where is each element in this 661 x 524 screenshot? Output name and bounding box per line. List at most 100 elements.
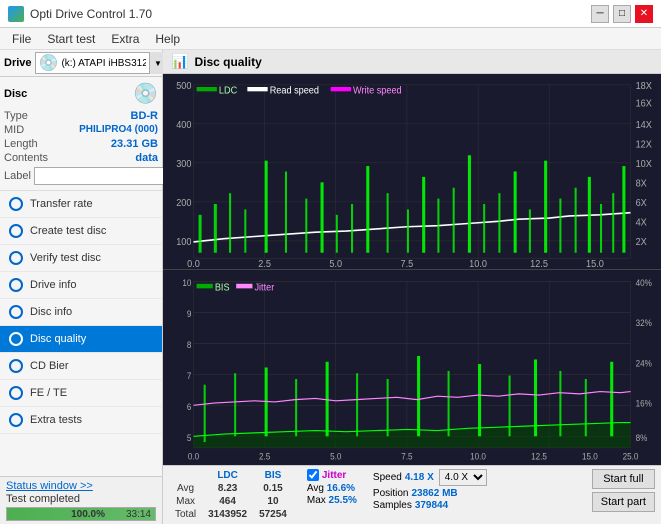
- disc-mid-value: PHILIPRO4 (000): [79, 124, 158, 136]
- svg-text:5.0: 5.0: [329, 259, 342, 269]
- svg-text:12.5: 12.5: [530, 259, 548, 269]
- chart-icon: 📊: [171, 53, 188, 70]
- jitter-section: Jitter Avg 16.6% Max 25.5%: [307, 469, 357, 506]
- sidebar-item-disc-info[interactable]: Disc info: [0, 299, 162, 326]
- disc-contents-value: data: [135, 152, 158, 164]
- left-panel: Drive 💿 (k:) ATAPI iHBS312 2 PL17 ▼ ⏏ Sp…: [0, 50, 163, 524]
- menu-extra[interactable]: Extra: [103, 30, 147, 48]
- speed-info-label: Speed: [373, 472, 402, 483]
- jitter-avg-label: Avg: [307, 483, 327, 494]
- jitter-checkbox[interactable]: [307, 469, 319, 481]
- status-text: Test completed: [6, 493, 156, 505]
- disc-type-value: BD-R: [131, 110, 159, 122]
- start-full-button[interactable]: Start full: [592, 469, 655, 489]
- progress-percent: 100.0%: [71, 508, 105, 520]
- svg-text:2.5: 2.5: [258, 259, 271, 269]
- menu-file[interactable]: File: [4, 30, 39, 48]
- svg-text:Write speed: Write speed: [353, 85, 402, 96]
- svg-text:4X: 4X: [636, 217, 648, 228]
- stats-row: LDC BIS Avg 8.23 0.15 Max 464: [163, 465, 661, 524]
- disc-title: Disc: [4, 88, 27, 100]
- nav-fe-te-label: FE / TE: [30, 387, 67, 399]
- svg-text:8%: 8%: [636, 432, 648, 443]
- samples-value: 379844: [415, 500, 448, 511]
- jitter-max-label: Max: [307, 495, 329, 506]
- disc-length-value: 23.31 GB: [111, 138, 158, 150]
- stats-avg-bis: 0.15: [253, 482, 293, 495]
- app-title: Opti Drive Control 1.70: [30, 7, 152, 21]
- svg-text:7.5: 7.5: [401, 451, 412, 462]
- app-icon: [8, 6, 24, 22]
- svg-text:10.0: 10.0: [469, 259, 487, 269]
- stats-max-bis: 10: [253, 495, 293, 508]
- svg-text:BIS: BIS: [215, 282, 230, 294]
- svg-text:12X: 12X: [636, 139, 653, 150]
- nav-verify-test-disc-label: Verify test disc: [30, 252, 101, 264]
- stats-avg-label: Avg: [169, 482, 202, 495]
- svg-text:8X: 8X: [636, 178, 648, 189]
- drive-name: (k:) ATAPI iHBS312 2 PL17: [61, 58, 146, 69]
- minimize-button[interactable]: ─: [591, 5, 609, 23]
- chart-speed-select[interactable]: 4.0 X 2.0 X 8.0 X: [439, 469, 487, 486]
- sidebar-item-verify-test-disc[interactable]: Verify test disc: [0, 245, 162, 272]
- top-chart-svg: 500 400 300 200 100 18X 16X 14X 12X 10X …: [163, 74, 661, 269]
- disc-label-label: Label: [4, 170, 31, 182]
- svg-text:400: 400: [176, 120, 191, 131]
- svg-text:18X: 18X: [636, 81, 653, 92]
- sidebar-item-transfer-rate[interactable]: Transfer rate: [0, 191, 162, 218]
- sidebar-item-fe-te[interactable]: FE / TE: [0, 380, 162, 407]
- svg-text:14X: 14X: [636, 120, 653, 131]
- maximize-button[interactable]: □: [613, 5, 631, 23]
- status-bar: Status window >> Test completed 100.0% 3…: [0, 476, 162, 524]
- position-value: 23862 MB: [411, 488, 457, 499]
- svg-text:7.5: 7.5: [401, 259, 414, 269]
- sidebar-item-cd-bier[interactable]: CD Bier: [0, 353, 162, 380]
- stats-max-label: Max: [169, 495, 202, 508]
- stats-total-bis: 57254: [253, 508, 293, 521]
- svg-text:8: 8: [187, 340, 192, 351]
- svg-text:7: 7: [187, 371, 192, 382]
- menu-help[interactable]: Help: [147, 30, 188, 48]
- svg-text:10.0: 10.0: [470, 451, 486, 462]
- action-buttons: Start full Start part: [592, 469, 655, 512]
- progress-time: 33:14: [126, 508, 151, 520]
- disc-mid-label: MID: [4, 124, 24, 136]
- chart-header: 📊 Disc quality: [163, 50, 661, 74]
- stats-col-bis: BIS: [253, 469, 293, 482]
- disc-label-row: Label 🔍: [4, 166, 158, 186]
- bottom-chart-svg: 10 9 8 7 6 5 40% 32% 24% 16% 8% 0.0: [163, 270, 661, 465]
- svg-text:0.0: 0.0: [188, 451, 199, 462]
- svg-text:6X: 6X: [636, 198, 648, 209]
- drive-header: Drive 💿 (k:) ATAPI iHBS312 2 PL17 ▼ ⏏ Sp…: [0, 50, 162, 77]
- sidebar-item-create-test-disc[interactable]: Create test disc: [0, 218, 162, 245]
- nav-disc-quality-label: Disc quality: [30, 333, 86, 345]
- window-controls: ─ □ ✕: [591, 5, 653, 23]
- right-panel: 📊 Disc quality: [163, 50, 661, 524]
- status-window-button[interactable]: Status window >>: [6, 480, 156, 492]
- svg-text:300: 300: [176, 159, 191, 170]
- svg-text:5: 5: [187, 432, 192, 443]
- nav-create-test-disc-label: Create test disc: [30, 225, 106, 237]
- nav-disc-info-label: Disc info: [30, 306, 72, 318]
- sidebar-item-drive-info[interactable]: Drive info: [0, 272, 162, 299]
- svg-text:LDC: LDC: [219, 85, 237, 96]
- chart-area: 500 400 300 200 100 18X 16X 14X 12X 10X …: [163, 74, 661, 465]
- start-part-button[interactable]: Start part: [592, 492, 655, 512]
- svg-text:16X: 16X: [636, 98, 653, 109]
- menu-bar: File Start test Extra Help: [0, 28, 661, 50]
- svg-text:24%: 24%: [636, 358, 653, 369]
- disc-type-label: Type: [4, 110, 28, 122]
- svg-text:12.5: 12.5: [531, 451, 547, 462]
- menu-start-test[interactable]: Start test: [39, 30, 103, 48]
- sidebar-item-extra-tests[interactable]: Extra tests: [0, 407, 162, 434]
- disc-label-input[interactable]: [34, 167, 172, 185]
- sidebar-item-disc-quality[interactable]: Disc quality: [0, 326, 162, 353]
- nav-extra-tests-label: Extra tests: [30, 414, 82, 426]
- svg-text:5.0: 5.0: [330, 451, 341, 462]
- stats-col-label: [169, 469, 202, 482]
- svg-text:25.0: 25.0: [623, 451, 639, 462]
- drive-combo-box[interactable]: 💿 (k:) ATAPI iHBS312 2 PL17 ▼: [35, 52, 170, 74]
- svg-text:2X: 2X: [636, 237, 648, 248]
- jitter-label: Jitter: [322, 470, 346, 481]
- close-button[interactable]: ✕: [635, 5, 653, 23]
